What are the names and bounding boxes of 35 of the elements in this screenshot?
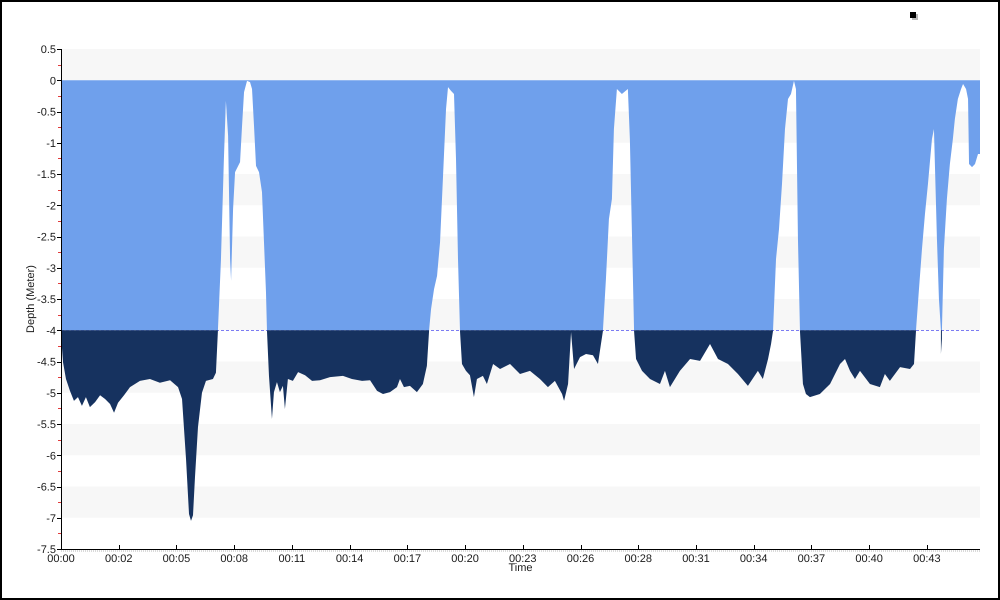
y-tick-label: -3 — [46, 262, 56, 275]
x-tick-label: 00:28 — [624, 553, 652, 565]
x-tick-label: 00:26 — [566, 553, 594, 565]
y-tick-label: -2.5 — [37, 232, 56, 244]
y-tick-label: 0.5 — [40, 44, 56, 56]
y-tick-label: -6 — [46, 450, 56, 462]
y-tick-label: -1.5 — [37, 169, 56, 181]
x-tick-label: 00:14 — [336, 553, 364, 565]
y-tick-label: -5 — [46, 388, 56, 400]
y-tick-label: 0 — [50, 75, 56, 88]
y-tick-label: -7 — [46, 512, 56, 525]
x-tick-label: 00:08 — [220, 553, 248, 565]
y-tick-label: -6.5 — [37, 482, 56, 494]
y-tick-label: -2 — [46, 200, 56, 212]
x-tick-label: 00:31 — [682, 553, 710, 565]
x-tick-label: 00:05 — [162, 553, 190, 565]
x-tick-label: 00:37 — [798, 553, 826, 565]
x-tick-label: 00:34 — [740, 553, 768, 565]
x-tick-label: 00:20 — [451, 553, 479, 565]
x-tick-label: 00:17 — [394, 553, 422, 565]
x-tick-label: 00:02 — [104, 553, 132, 565]
legend-marker-icon — [910, 12, 918, 20]
y-tick-label: -0.5 — [37, 106, 56, 118]
y-axis-title: Depth (Meter) — [25, 265, 37, 333]
x-tick-label: 00:43 — [913, 553, 941, 565]
y-tick-label: -4.5 — [37, 356, 56, 368]
y-tick-label: -4 — [46, 325, 56, 338]
y-tick-label: -5.5 — [37, 419, 56, 431]
x-tick-label: 00:40 — [855, 553, 883, 565]
y-tick-label: -1 — [46, 138, 56, 150]
x-tick-label: 00:00 — [47, 553, 75, 565]
x-axis-title: Time — [508, 562, 533, 574]
y-tick-label: -7.5 — [37, 544, 56, 556]
y-tick-label: -3.5 — [37, 294, 56, 306]
x-tick-label: 00:11 — [278, 553, 306, 565]
